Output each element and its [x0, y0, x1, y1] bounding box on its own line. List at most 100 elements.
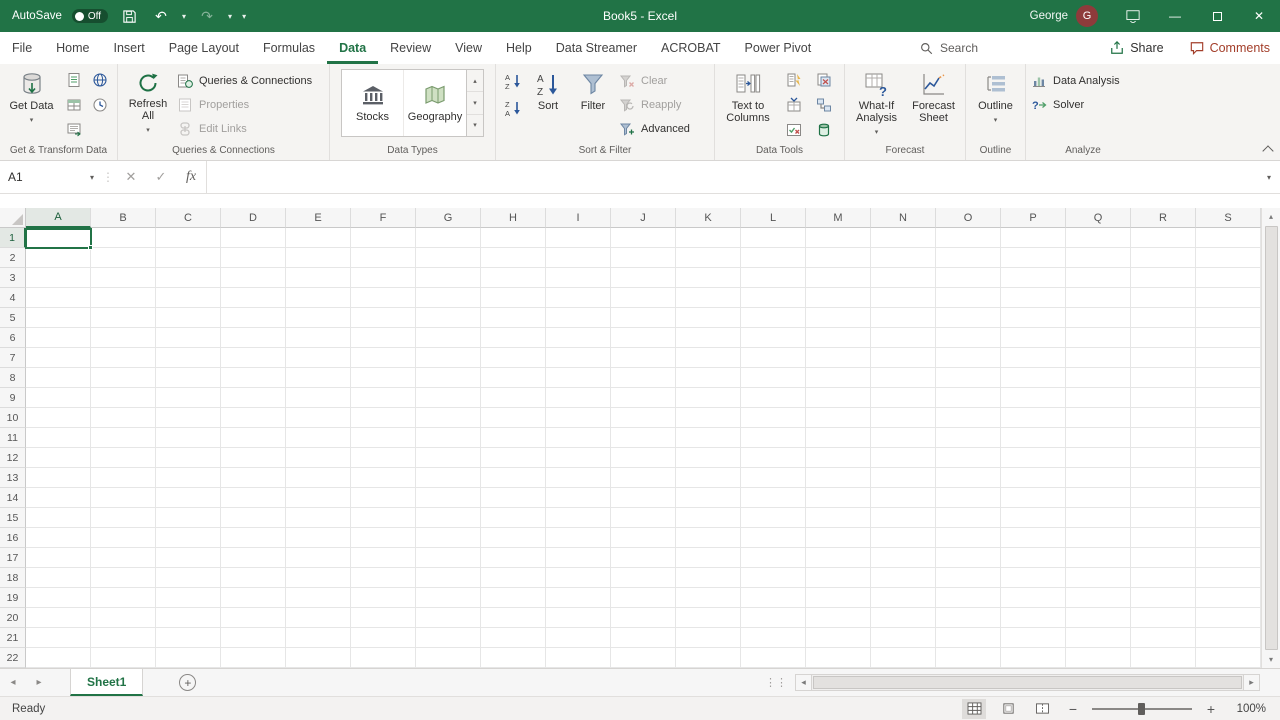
- cell-R19[interactable]: [1131, 588, 1196, 608]
- cell-I13[interactable]: [546, 468, 611, 488]
- cell-O20[interactable]: [936, 608, 1001, 628]
- cell-Q14[interactable]: [1066, 488, 1131, 508]
- solver-button[interactable]: ? Solver: [1030, 93, 1120, 117]
- expand-formula-bar-icon[interactable]: ▾: [1258, 161, 1280, 193]
- row-header-11[interactable]: 11: [0, 428, 26, 448]
- cell-J12[interactable]: [611, 448, 676, 468]
- cell-P8[interactable]: [1001, 368, 1066, 388]
- cell-B1[interactable]: [91, 228, 156, 248]
- minimize-button[interactable]: —: [1154, 0, 1196, 32]
- cell-J5[interactable]: [611, 308, 676, 328]
- row-header-10[interactable]: 10: [0, 408, 26, 428]
- cell-A22[interactable]: [26, 648, 91, 668]
- cell-E17[interactable]: [286, 548, 351, 568]
- geography-button[interactable]: Geography: [404, 70, 466, 136]
- cell-D13[interactable]: [221, 468, 286, 488]
- cell-G7[interactable]: [416, 348, 481, 368]
- column-header-H[interactable]: H: [481, 208, 546, 228]
- cell-K16[interactable]: [676, 528, 741, 548]
- horizontal-scrollbar[interactable]: ◂ ▸: [795, 669, 1260, 696]
- cell-P15[interactable]: [1001, 508, 1066, 528]
- cell-K19[interactable]: [676, 588, 741, 608]
- cell-C15[interactable]: [156, 508, 221, 528]
- cell-E21[interactable]: [286, 628, 351, 648]
- existing-connections-icon[interactable]: [65, 121, 83, 139]
- relationships-icon[interactable]: [815, 96, 833, 114]
- what-if-analysis-button[interactable]: ? What-If Analysis ▾: [849, 67, 904, 143]
- column-header-D[interactable]: D: [221, 208, 286, 228]
- cell-R13[interactable]: [1131, 468, 1196, 488]
- cell-R22[interactable]: [1131, 648, 1196, 668]
- cell-S15[interactable]: [1196, 508, 1261, 528]
- cell-O22[interactable]: [936, 648, 1001, 668]
- cell-G15[interactable]: [416, 508, 481, 528]
- cell-M22[interactable]: [806, 648, 871, 668]
- cell-J9[interactable]: [611, 388, 676, 408]
- cell-M15[interactable]: [806, 508, 871, 528]
- column-header-B[interactable]: B: [91, 208, 156, 228]
- cell-C9[interactable]: [156, 388, 221, 408]
- cell-P3[interactable]: [1001, 268, 1066, 288]
- sheet-nav-right-icon[interactable]: ▸: [26, 669, 52, 696]
- sort-button[interactable]: AZ Sort: [528, 67, 568, 143]
- cell-D18[interactable]: [221, 568, 286, 588]
- forecast-sheet-button[interactable]: Forecast Sheet: [906, 67, 961, 143]
- cell-F4[interactable]: [351, 288, 416, 308]
- cell-O11[interactable]: [936, 428, 1001, 448]
- cell-M18[interactable]: [806, 568, 871, 588]
- cell-C14[interactable]: [156, 488, 221, 508]
- cell-F17[interactable]: [351, 548, 416, 568]
- scroll-right-icon[interactable]: ▸: [1243, 674, 1260, 691]
- cell-F7[interactable]: [351, 348, 416, 368]
- cell-G16[interactable]: [416, 528, 481, 548]
- cell-D20[interactable]: [221, 608, 286, 628]
- cell-M16[interactable]: [806, 528, 871, 548]
- from-text-csv-icon[interactable]: [65, 71, 83, 89]
- cancel-entry-icon[interactable]: ✕: [116, 161, 146, 193]
- cell-K17[interactable]: [676, 548, 741, 568]
- outline-button[interactable]: Outline ▾: [970, 67, 1021, 143]
- cell-A10[interactable]: [26, 408, 91, 428]
- cell-B11[interactable]: [91, 428, 156, 448]
- cell-M3[interactable]: [806, 268, 871, 288]
- column-header-I[interactable]: I: [546, 208, 611, 228]
- cell-I9[interactable]: [546, 388, 611, 408]
- cell-S4[interactable]: [1196, 288, 1261, 308]
- cell-E14[interactable]: [286, 488, 351, 508]
- cell-F15[interactable]: [351, 508, 416, 528]
- cell-L7[interactable]: [741, 348, 806, 368]
- save-icon[interactable]: [118, 5, 140, 27]
- cell-B7[interactable]: [91, 348, 156, 368]
- cell-R4[interactable]: [1131, 288, 1196, 308]
- cell-C6[interactable]: [156, 328, 221, 348]
- cell-I17[interactable]: [546, 548, 611, 568]
- cell-K8[interactable]: [676, 368, 741, 388]
- zoom-level[interactable]: 100%: [1230, 703, 1266, 715]
- cell-I5[interactable]: [546, 308, 611, 328]
- cell-K11[interactable]: [676, 428, 741, 448]
- cell-N7[interactable]: [871, 348, 936, 368]
- gallery-more-icon[interactable]: ▾: [467, 115, 483, 136]
- cell-C7[interactable]: [156, 348, 221, 368]
- cell-P17[interactable]: [1001, 548, 1066, 568]
- cell-P7[interactable]: [1001, 348, 1066, 368]
- maximize-button[interactable]: [1196, 0, 1238, 32]
- cell-R7[interactable]: [1131, 348, 1196, 368]
- cell-L8[interactable]: [741, 368, 806, 388]
- cell-J18[interactable]: [611, 568, 676, 588]
- cell-L20[interactable]: [741, 608, 806, 628]
- cell-S6[interactable]: [1196, 328, 1261, 348]
- cell-S17[interactable]: [1196, 548, 1261, 568]
- cell-E16[interactable]: [286, 528, 351, 548]
- new-sheet-button[interactable]: +: [179, 674, 196, 691]
- cell-F18[interactable]: [351, 568, 416, 588]
- cell-O18[interactable]: [936, 568, 1001, 588]
- cell-A5[interactable]: [26, 308, 91, 328]
- cell-H4[interactable]: [481, 288, 546, 308]
- cell-P13[interactable]: [1001, 468, 1066, 488]
- cell-A6[interactable]: [26, 328, 91, 348]
- cell-I2[interactable]: [546, 248, 611, 268]
- active-cell-selection[interactable]: [25, 228, 92, 249]
- cell-L21[interactable]: [741, 628, 806, 648]
- cell-S21[interactable]: [1196, 628, 1261, 648]
